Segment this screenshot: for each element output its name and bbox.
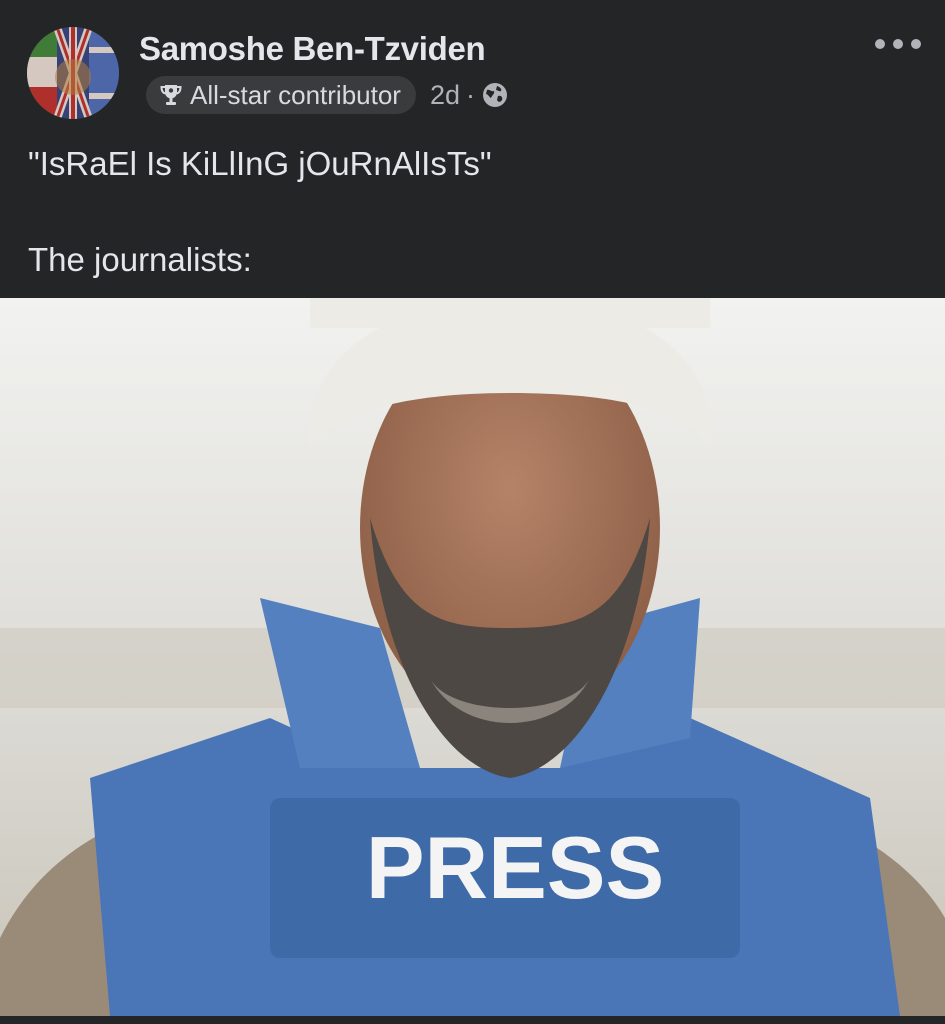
post-meta: All-star contributor 2d ·: [146, 76, 509, 114]
vest-label: PRESS: [366, 818, 664, 917]
more-options-button[interactable]: [875, 30, 921, 58]
badge-label: All-star contributor: [190, 79, 401, 110]
contributor-badge[interactable]: All-star contributor: [146, 76, 416, 114]
avatar[interactable]: [27, 27, 119, 119]
author-name[interactable]: Samoshe Ben-Tzviden: [139, 30, 486, 68]
avatar-image: [27, 27, 119, 119]
more-horizontal-icon: [911, 39, 921, 49]
post-divider: [0, 1016, 945, 1024]
feed-post: Samoshe Ben-Tzviden All-star contributor…: [0, 0, 945, 1024]
post-body: "IsRaEl Is KiLlInG jOuRnAlIsTs" The jour…: [28, 140, 918, 284]
more-horizontal-icon: [875, 39, 885, 49]
more-horizontal-icon: [893, 39, 903, 49]
meta-separator: ·: [466, 79, 476, 110]
post-text-line: "IsRaEl Is KiLlInG jOuRnAlIsTs": [28, 145, 492, 182]
post-header: Samoshe Ben-Tzviden All-star contributor…: [0, 0, 945, 128]
post-timestamp[interactable]: 2d: [430, 80, 460, 111]
post-photo[interactable]: PRESS: [0, 298, 945, 1016]
trophy-icon: [158, 82, 184, 108]
globe-icon[interactable]: [481, 81, 509, 109]
post-text-line: The journalists:: [28, 241, 252, 278]
